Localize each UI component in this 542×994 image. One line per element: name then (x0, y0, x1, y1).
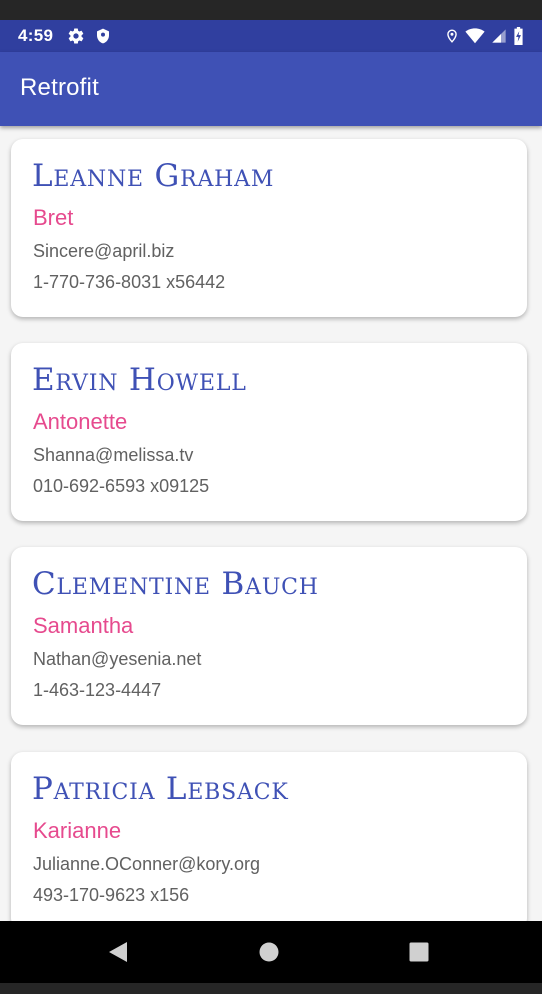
user-name: Ervin Howell (32, 362, 247, 398)
user-name: Clementine Bauch (32, 566, 319, 602)
device-frame-bottom (0, 983, 542, 994)
user-username: Antonette (33, 409, 128, 434)
location-icon (445, 27, 459, 45)
user-list[interactable]: Leanne Graham Bret Sincere@april.biz 1-7… (0, 126, 542, 921)
shield-icon (95, 27, 111, 45)
device-frame-top (0, 0, 542, 20)
navigation-bar (0, 921, 542, 983)
app-bar: Retrofit (0, 52, 542, 126)
user-username: Karianne (33, 818, 122, 843)
user-phone: 493-170-9623 x156 (33, 885, 190, 905)
user-card[interactable]: Clementine Bauch Samantha Nathan@yesenia… (11, 547, 527, 725)
wifi-icon (465, 28, 485, 44)
user-phone: 010-692-6593 x09125 (33, 476, 210, 496)
user-phone: 1-463-123-4447 (33, 680, 162, 700)
user-name: Patricia Lebsack (32, 771, 289, 807)
gear-icon (67, 27, 85, 45)
home-icon[interactable] (258, 941, 280, 967)
user-card[interactable]: Leanne Graham Bret Sincere@april.biz 1-7… (11, 139, 527, 317)
status-bar: 4:59 (0, 20, 542, 52)
signal-icon (491, 28, 507, 44)
user-email: Shanna@melissa.tv (33, 445, 194, 465)
user-phone: 1-770-736-8031 x56442 (33, 272, 226, 292)
battery-icon (513, 27, 524, 45)
back-icon[interactable] (107, 941, 129, 967)
user-email: Julianne.OConner@kory.org (33, 854, 261, 874)
user-email: Sincere@april.biz (33, 241, 175, 261)
app-title: Retrofit (20, 74, 99, 101)
user-name: Leanne Graham (32, 158, 275, 194)
recents-icon[interactable] (408, 941, 430, 967)
user-card[interactable]: Ervin Howell Antonette Shanna@melissa.tv… (11, 343, 527, 521)
user-username: Samantha (33, 613, 134, 638)
status-time: 4:59 (18, 26, 54, 45)
user-email: Nathan@yesenia.net (33, 649, 202, 669)
user-username: Bret (33, 205, 74, 230)
user-card[interactable]: Patricia Lebsack Karianne Julianne.OConn… (11, 752, 527, 921)
